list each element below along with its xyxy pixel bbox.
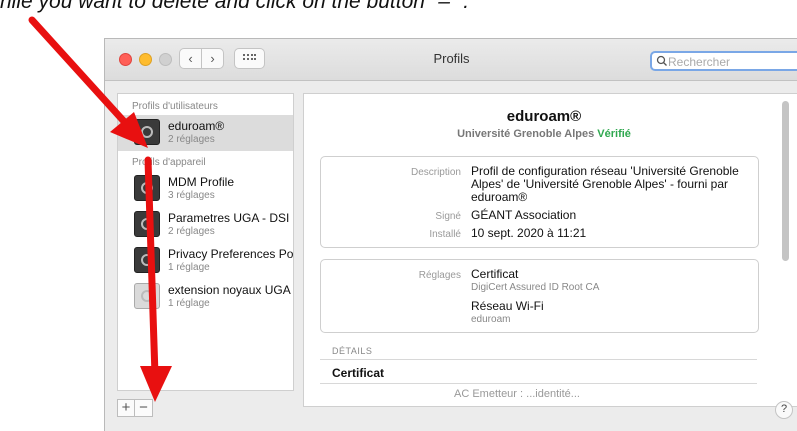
setting-item: Réseau Wi-Fi eduroam — [471, 300, 751, 326]
profile-settings-count: 1 réglage — [168, 262, 210, 273]
setting-detail: DigiCert Assured ID Root CA — [471, 282, 600, 293]
remove-profile-button[interactable]: − — [135, 399, 153, 417]
info-card: Description Profil de configuration rése… — [320, 156, 759, 248]
profile-settings-count: 3 réglages — [168, 190, 215, 201]
setting-item: Certificat DigiCert Assured ID Root CA — [471, 268, 751, 294]
description-label: Description — [410, 167, 461, 178]
settings-label: Réglages — [418, 270, 461, 281]
setting-name: Réseau Wi-Fi — [471, 299, 544, 313]
profile-item-eduroam[interactable]: eduroam® 2 réglages — [118, 115, 293, 151]
organization-name: Université Grenoble Alpes — [457, 128, 595, 140]
installed-value: 10 sept. 2020 à 11:21 — [471, 226, 587, 240]
setting-detail: eduroam — [471, 314, 511, 325]
profile-settings-count: 2 réglages — [168, 226, 215, 237]
instruction-caption: hile you want to delete and click on the… — [0, 0, 470, 13]
search-icon — [656, 55, 667, 66]
setting-name: Certificat — [471, 267, 519, 281]
privacy-icon — [134, 247, 160, 273]
search-placeholder: Rechercher — [668, 55, 731, 69]
signed-value: GÉANT Association — [471, 208, 577, 222]
certificate-heading: Certificat — [332, 366, 385, 380]
extension-icon — [134, 283, 160, 309]
profile-name: eduroam® — [168, 119, 225, 133]
detail-organization: Université Grenoble Alpes Vérifié — [304, 128, 784, 140]
title-bar: ‹ › Profils Rechercher — [105, 39, 797, 81]
device-profiles-heading: Profils d'appareil — [132, 157, 206, 168]
profiles-window: ‹ › Profils Rechercher Profils d'utilisa… — [104, 38, 797, 431]
certificate-partial-row: AC Emetteur : ...identité... — [454, 388, 580, 400]
signed-label: Signé — [435, 211, 461, 222]
detail-title: eduroam® — [506, 108, 582, 125]
profile-name: Privacy Preferences Poli — [168, 247, 294, 261]
gear-icon — [134, 211, 160, 237]
profile-detail-pane: eduroam® Université Grenoble Alpes Vérif… — [303, 93, 797, 407]
help-button[interactable]: ? — [775, 401, 793, 419]
profile-item-extension[interactable]: extension noyaux UGA 1 réglage — [118, 279, 293, 315]
gear-icon — [134, 119, 160, 145]
profile-settings-count: 1 réglage — [168, 298, 210, 309]
settings-card: Réglages Certificat DigiCert Assured ID … — [320, 259, 759, 333]
profile-name: extension noyaux UGA — [168, 283, 291, 297]
gear-icon — [134, 175, 160, 201]
add-remove-bar: + − — [117, 399, 153, 419]
profile-item-mdm[interactable]: MDM Profile 3 réglages — [118, 171, 293, 207]
installed-label: Installé — [429, 229, 461, 240]
profile-name: MDM Profile — [168, 175, 235, 189]
profile-item-parametres-uga[interactable]: Parametres UGA - DSI 2 réglages — [118, 207, 293, 243]
profile-settings-count: 2 réglages — [168, 134, 215, 145]
divider — [320, 383, 757, 384]
description-value: Profil de configuration réseau 'Universi… — [471, 164, 739, 204]
add-profile-button[interactable]: + — [117, 399, 135, 417]
detail-scrollbar[interactable] — [782, 101, 789, 261]
profile-item-privacy[interactable]: Privacy Preferences Poli 1 réglage — [118, 243, 293, 279]
profiles-sidebar: Profils d'utilisateurs eduroam® 2 réglag… — [117, 93, 294, 391]
divider — [320, 359, 757, 360]
user-profiles-heading: Profils d'utilisateurs — [132, 101, 218, 112]
details-heading: DÉTAILS — [332, 346, 373, 356]
verified-badge: Vérifié — [597, 128, 631, 140]
profile-name: Parametres UGA - DSI — [168, 211, 290, 225]
search-field[interactable]: Rechercher — [650, 51, 797, 71]
